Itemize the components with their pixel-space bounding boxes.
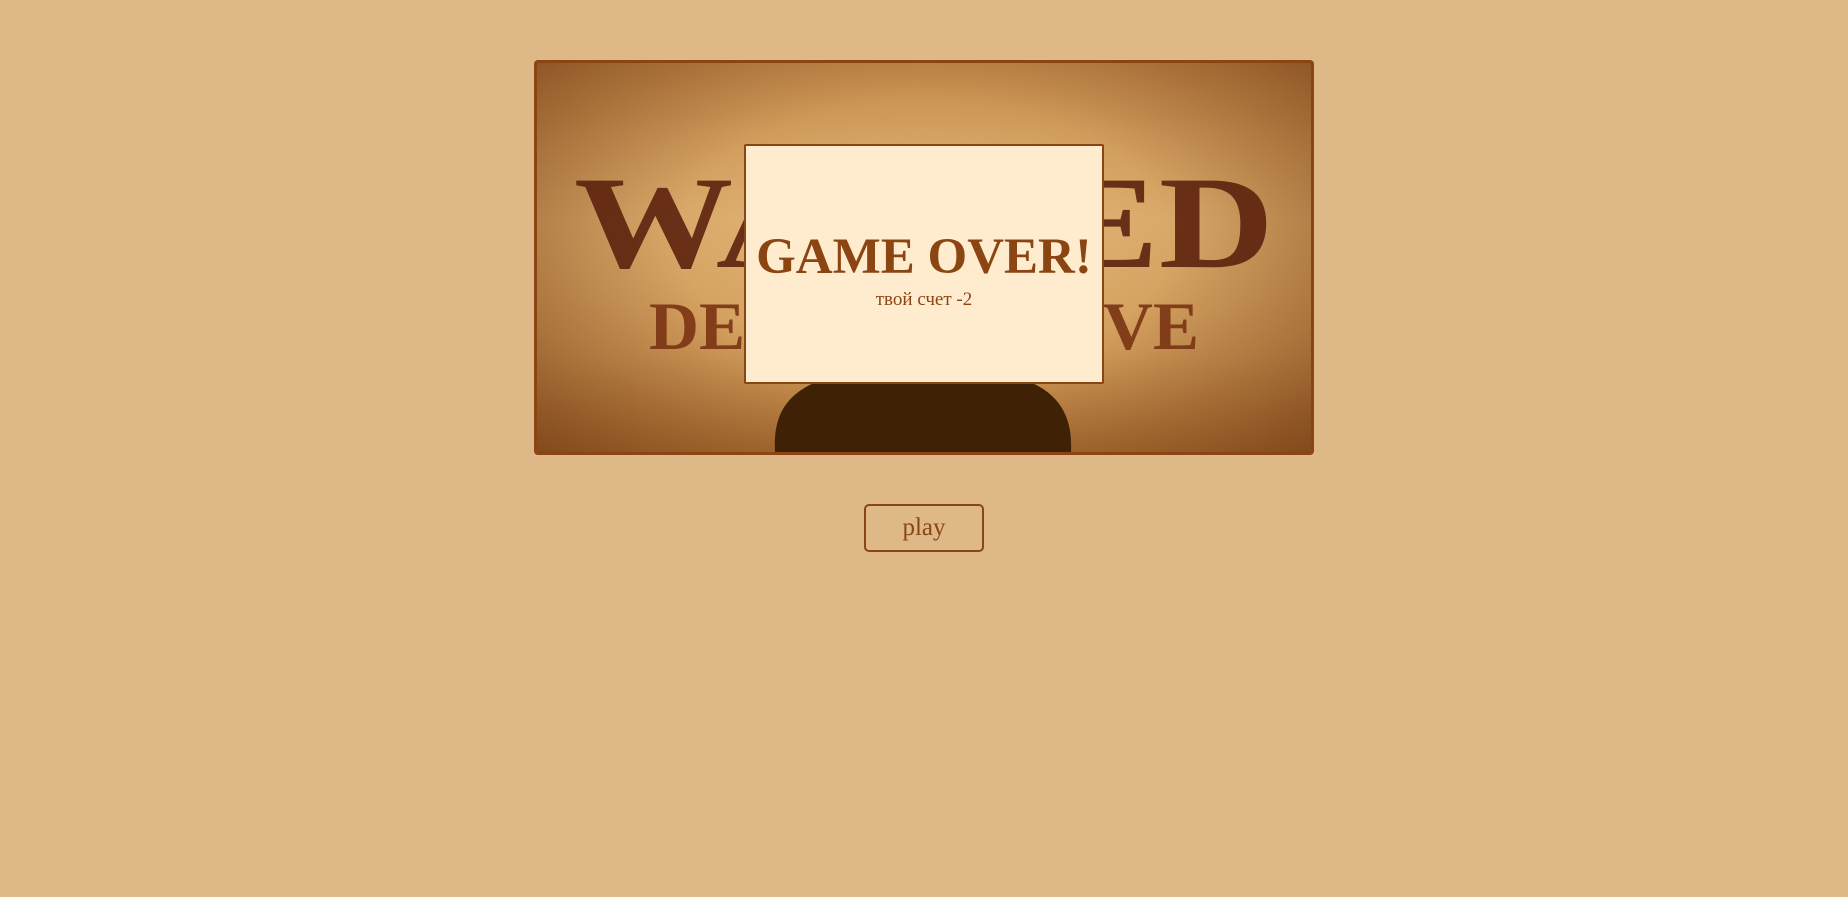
game-over-title: GAME OVER! xyxy=(756,229,1092,285)
game-over-dialog: GAME OVER! твой счет -2 xyxy=(744,144,1104,384)
score-text: твой счет -2 xyxy=(875,289,973,310)
play-button[interactable]: play xyxy=(864,504,984,552)
